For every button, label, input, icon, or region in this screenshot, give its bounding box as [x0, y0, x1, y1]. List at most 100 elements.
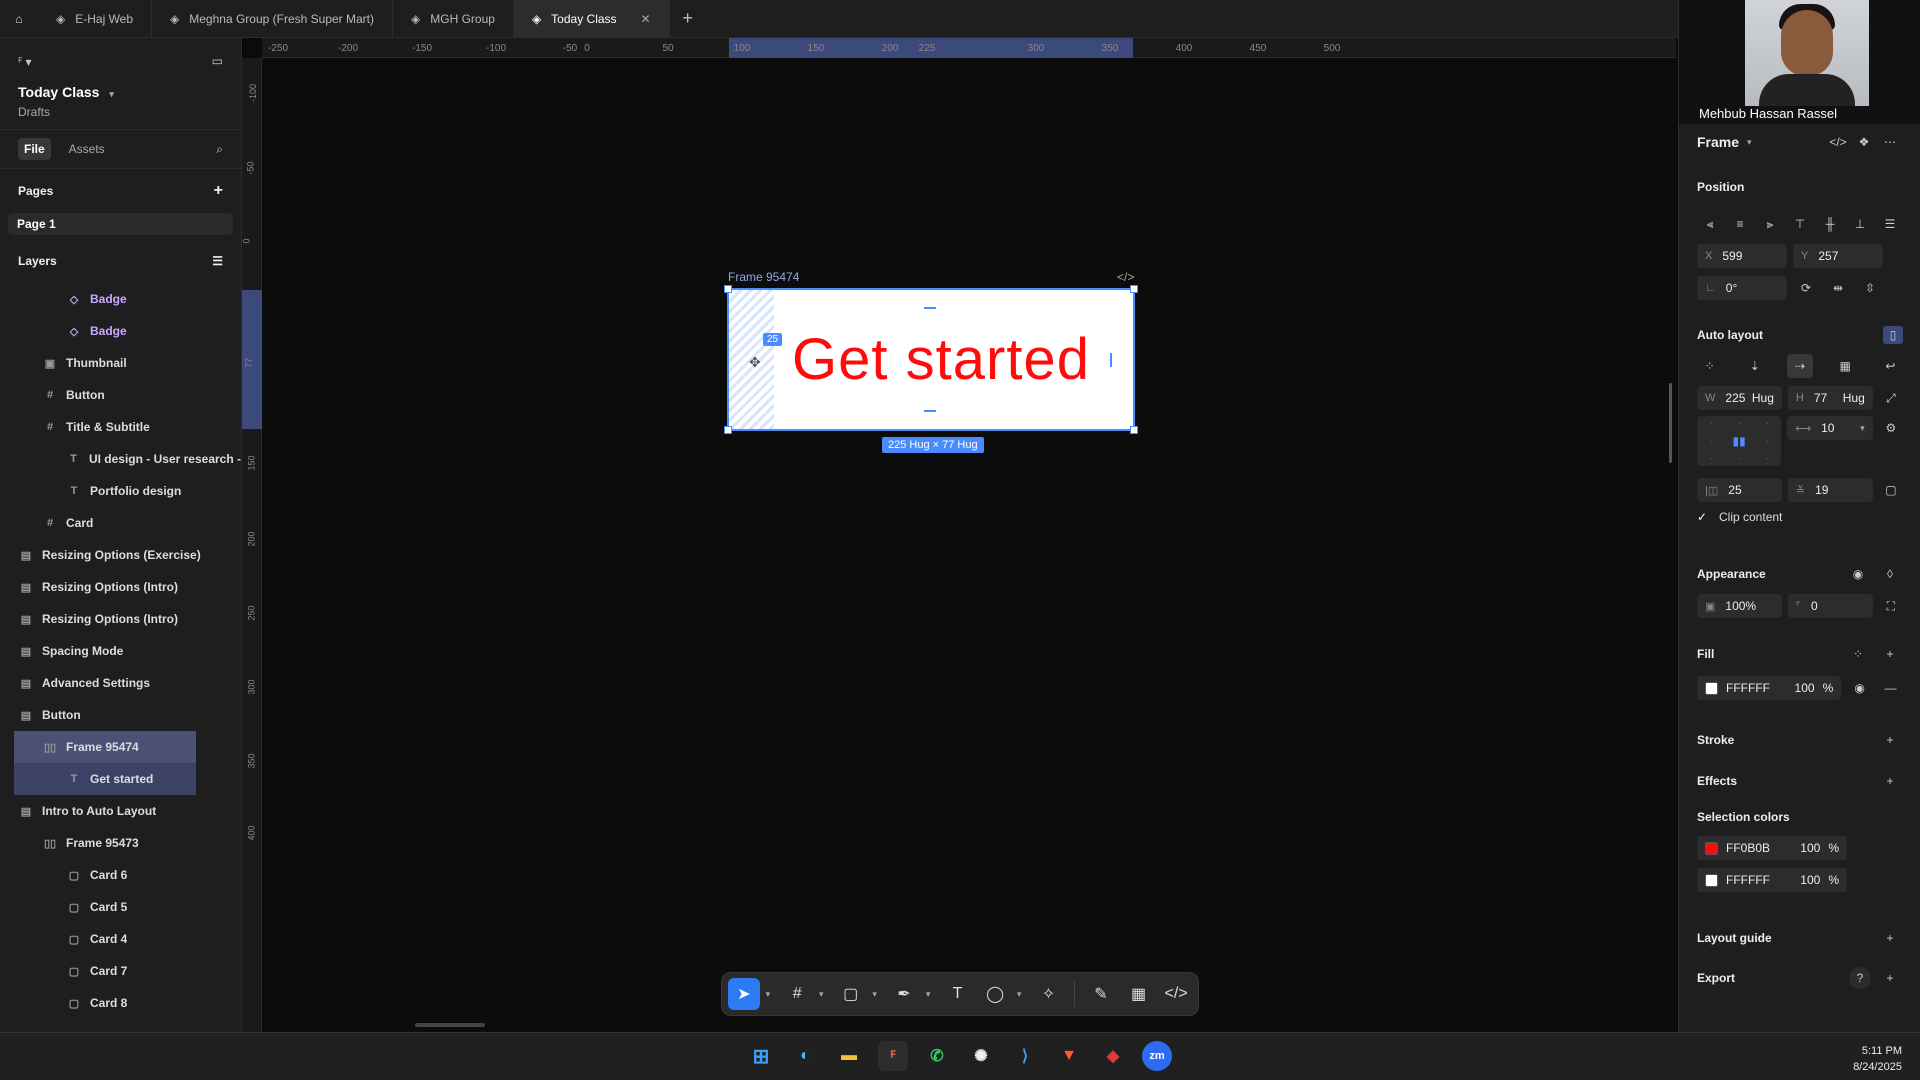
- selection-type[interactable]: Frame: [1697, 134, 1739, 150]
- padding-handle-right[interactable]: [1110, 353, 1112, 367]
- individual-padding-icon[interactable]: ▢: [1879, 478, 1903, 502]
- layer-item[interactable]: # Button: [0, 379, 241, 411]
- flip-vertical-icon[interactable]: ⇳: [1857, 276, 1883, 300]
- layer-item[interactable]: ▤ Intro to Auto Layout: [0, 795, 241, 827]
- toggle-sidebar-icon[interactable]: ▭: [212, 54, 223, 68]
- frame-tool-icon[interactable]: #: [781, 978, 813, 1010]
- layer-item[interactable]: ▢ Card 8: [0, 987, 241, 1019]
- horizontal-scrollbar[interactable]: [415, 1023, 485, 1027]
- layer-item[interactable]: T Get started: [14, 763, 196, 795]
- layer-item[interactable]: ▣ Thumbnail: [0, 347, 241, 379]
- canvas[interactable]: Frame 95474 </> Get started ✥ 25 225 Hug…: [262, 58, 1676, 1032]
- home-icon[interactable]: ⌂: [0, 0, 38, 37]
- actions-icon[interactable]: ✧: [1033, 978, 1065, 1010]
- wrap-icon[interactable]: ↩: [1878, 354, 1903, 378]
- layer-item[interactable]: ▤ Resizing Options (Intro): [0, 603, 241, 635]
- layer-item[interactable]: ▤ Resizing Options (Exercise): [0, 539, 241, 571]
- chevron-down-icon[interactable]: ▾: [1747, 137, 1752, 148]
- alignment-grid[interactable]: · · · · ▮▮ · · · ·: [1697, 416, 1782, 466]
- remove-fill-icon[interactable]: —: [1878, 676, 1903, 700]
- tab-meghna-group[interactable]: ◈ Meghna Group (Fresh Super Mart): [152, 0, 394, 37]
- align-center-h-icon[interactable]: ≡: [1727, 212, 1753, 236]
- whatsapp-icon[interactable]: ✆: [922, 1041, 952, 1071]
- layer-item[interactable]: ▢ Card 6: [0, 859, 241, 891]
- width-field[interactable]: W 225 Hug: [1697, 386, 1782, 410]
- layers-menu-icon[interactable]: ☰: [212, 254, 223, 268]
- rotate-icon[interactable]: ⟳: [1793, 276, 1819, 300]
- chevron-down-icon[interactable]: ▾: [819, 989, 829, 1000]
- opacity-field[interactable]: ▣ 100%: [1697, 594, 1782, 618]
- layout-free-icon[interactable]: ⁘: [1697, 354, 1722, 378]
- code-icon[interactable]: </>: [1117, 270, 1134, 284]
- fill-visibility-icon[interactable]: ◉: [1847, 676, 1872, 700]
- move-tool-icon[interactable]: ➤: [728, 978, 760, 1010]
- chevron-down-icon[interactable]: ▾: [926, 989, 936, 1000]
- tab-today-class[interactable]: ◈ Today Class ✕: [513, 0, 670, 37]
- layer-item[interactable]: ▯▯ Frame 95474: [14, 731, 196, 763]
- layer-item[interactable]: ▢ Card 7: [0, 955, 241, 987]
- dev-mode-icon[interactable]: </>: [1160, 978, 1192, 1010]
- selection-swatch[interactable]: [1705, 873, 1718, 887]
- file-explorer-icon[interactable]: ▬: [834, 1041, 864, 1071]
- figma-icon[interactable]: ꟳ: [878, 1041, 908, 1071]
- padding-handle-top[interactable]: [924, 307, 936, 309]
- app-icon[interactable]: ◆: [1098, 1041, 1128, 1071]
- search-icon[interactable]: ⌕: [216, 142, 223, 157]
- fill-swatch[interactable]: [1705, 681, 1718, 695]
- add-layout-guide-icon[interactable]: +: [1877, 926, 1903, 950]
- chatgpt-icon[interactable]: ✺: [966, 1041, 996, 1071]
- resize-handle[interactable]: [724, 285, 732, 293]
- width-mode[interactable]: Hug: [1752, 391, 1774, 405]
- tab-e-haj-web[interactable]: ◈ E-Haj Web: [38, 0, 153, 37]
- visibility-icon[interactable]: ◉: [1845, 562, 1871, 586]
- layer-item[interactable]: ▢ Card 5: [0, 891, 241, 923]
- flip-horizontal-icon[interactable]: ⇹: [1825, 276, 1851, 300]
- height-mode[interactable]: Hug: [1843, 391, 1865, 405]
- constraints-icon[interactable]: ⤢: [1879, 386, 1903, 410]
- rectangle-tool-icon[interactable]: ▢: [835, 978, 867, 1010]
- design-mode-icon[interactable]: ▦: [1123, 978, 1155, 1010]
- blend-mode-icon[interactable]: ◊: [1877, 562, 1903, 586]
- add-stroke-icon[interactable]: +: [1877, 728, 1903, 752]
- layer-item[interactable]: ◇ Badge: [0, 283, 241, 315]
- file-tab[interactable]: File: [18, 138, 51, 160]
- distribute-icon[interactable]: ☰: [1877, 212, 1903, 236]
- component-icon[interactable]: ❖: [1851, 130, 1877, 154]
- align-right-icon[interactable]: ⫸: [1757, 212, 1783, 236]
- help-icon[interactable]: ?: [1849, 967, 1871, 989]
- comment-tool-icon[interactable]: ◯: [979, 978, 1011, 1010]
- add-effect-icon[interactable]: +: [1877, 769, 1903, 793]
- independent-corners-icon[interactable]: ⛶: [1879, 594, 1903, 618]
- zoom-icon[interactable]: zm: [1142, 1041, 1172, 1071]
- add-fill-icon[interactable]: +: [1877, 642, 1903, 666]
- page-item[interactable]: Page 1: [8, 213, 233, 235]
- y-field[interactable]: Y 257: [1793, 244, 1883, 268]
- main-menu-icon[interactable]: ꟳ ▾: [18, 53, 32, 70]
- layer-item[interactable]: ◇ Badge: [0, 315, 241, 347]
- windows-start-icon[interactable]: ⊞: [746, 1041, 776, 1071]
- assets-tab[interactable]: Assets: [69, 142, 105, 156]
- layer-item[interactable]: ▢ Card 4: [0, 923, 241, 955]
- layout-grid-icon[interactable]: ▦: [1833, 354, 1858, 378]
- align-bottom-icon[interactable]: ⊥: [1847, 212, 1873, 236]
- vscode-icon[interactable]: ⟩: [1010, 1041, 1040, 1071]
- layer-item[interactable]: ▤ Button: [0, 699, 241, 731]
- advanced-settings-icon[interactable]: ⚙: [1879, 416, 1903, 440]
- close-tab-icon[interactable]: ✕: [641, 12, 651, 26]
- selection-color-row[interactable]: FF0B0B 100%: [1697, 836, 1847, 860]
- styles-icon[interactable]: ⁘: [1845, 642, 1871, 666]
- chevron-down-icon[interactable]: ▾: [872, 989, 882, 1000]
- chevron-down-icon[interactable]: ▾: [766, 989, 776, 1000]
- auto-layout-toggle-icon[interactable]: ▯: [1883, 326, 1903, 344]
- layer-item[interactable]: ▤ Advanced Settings: [0, 667, 241, 699]
- layer-item[interactable]: # Card: [0, 507, 241, 539]
- frame-label[interactable]: Frame 95474: [728, 270, 799, 284]
- draw-mode-icon[interactable]: ✎: [1085, 978, 1117, 1010]
- text-tool-icon[interactable]: T: [942, 978, 974, 1010]
- padding-handle-bottom[interactable]: [924, 410, 936, 412]
- layer-item[interactable]: T Portfolio design: [0, 475, 241, 507]
- system-clock[interactable]: 5:11 PM 8/24/2025: [1853, 1043, 1902, 1075]
- align-middle-v-icon[interactable]: ╫: [1817, 212, 1843, 236]
- x-field[interactable]: X 599: [1697, 244, 1787, 268]
- brave-icon[interactable]: ▼: [1054, 1041, 1084, 1071]
